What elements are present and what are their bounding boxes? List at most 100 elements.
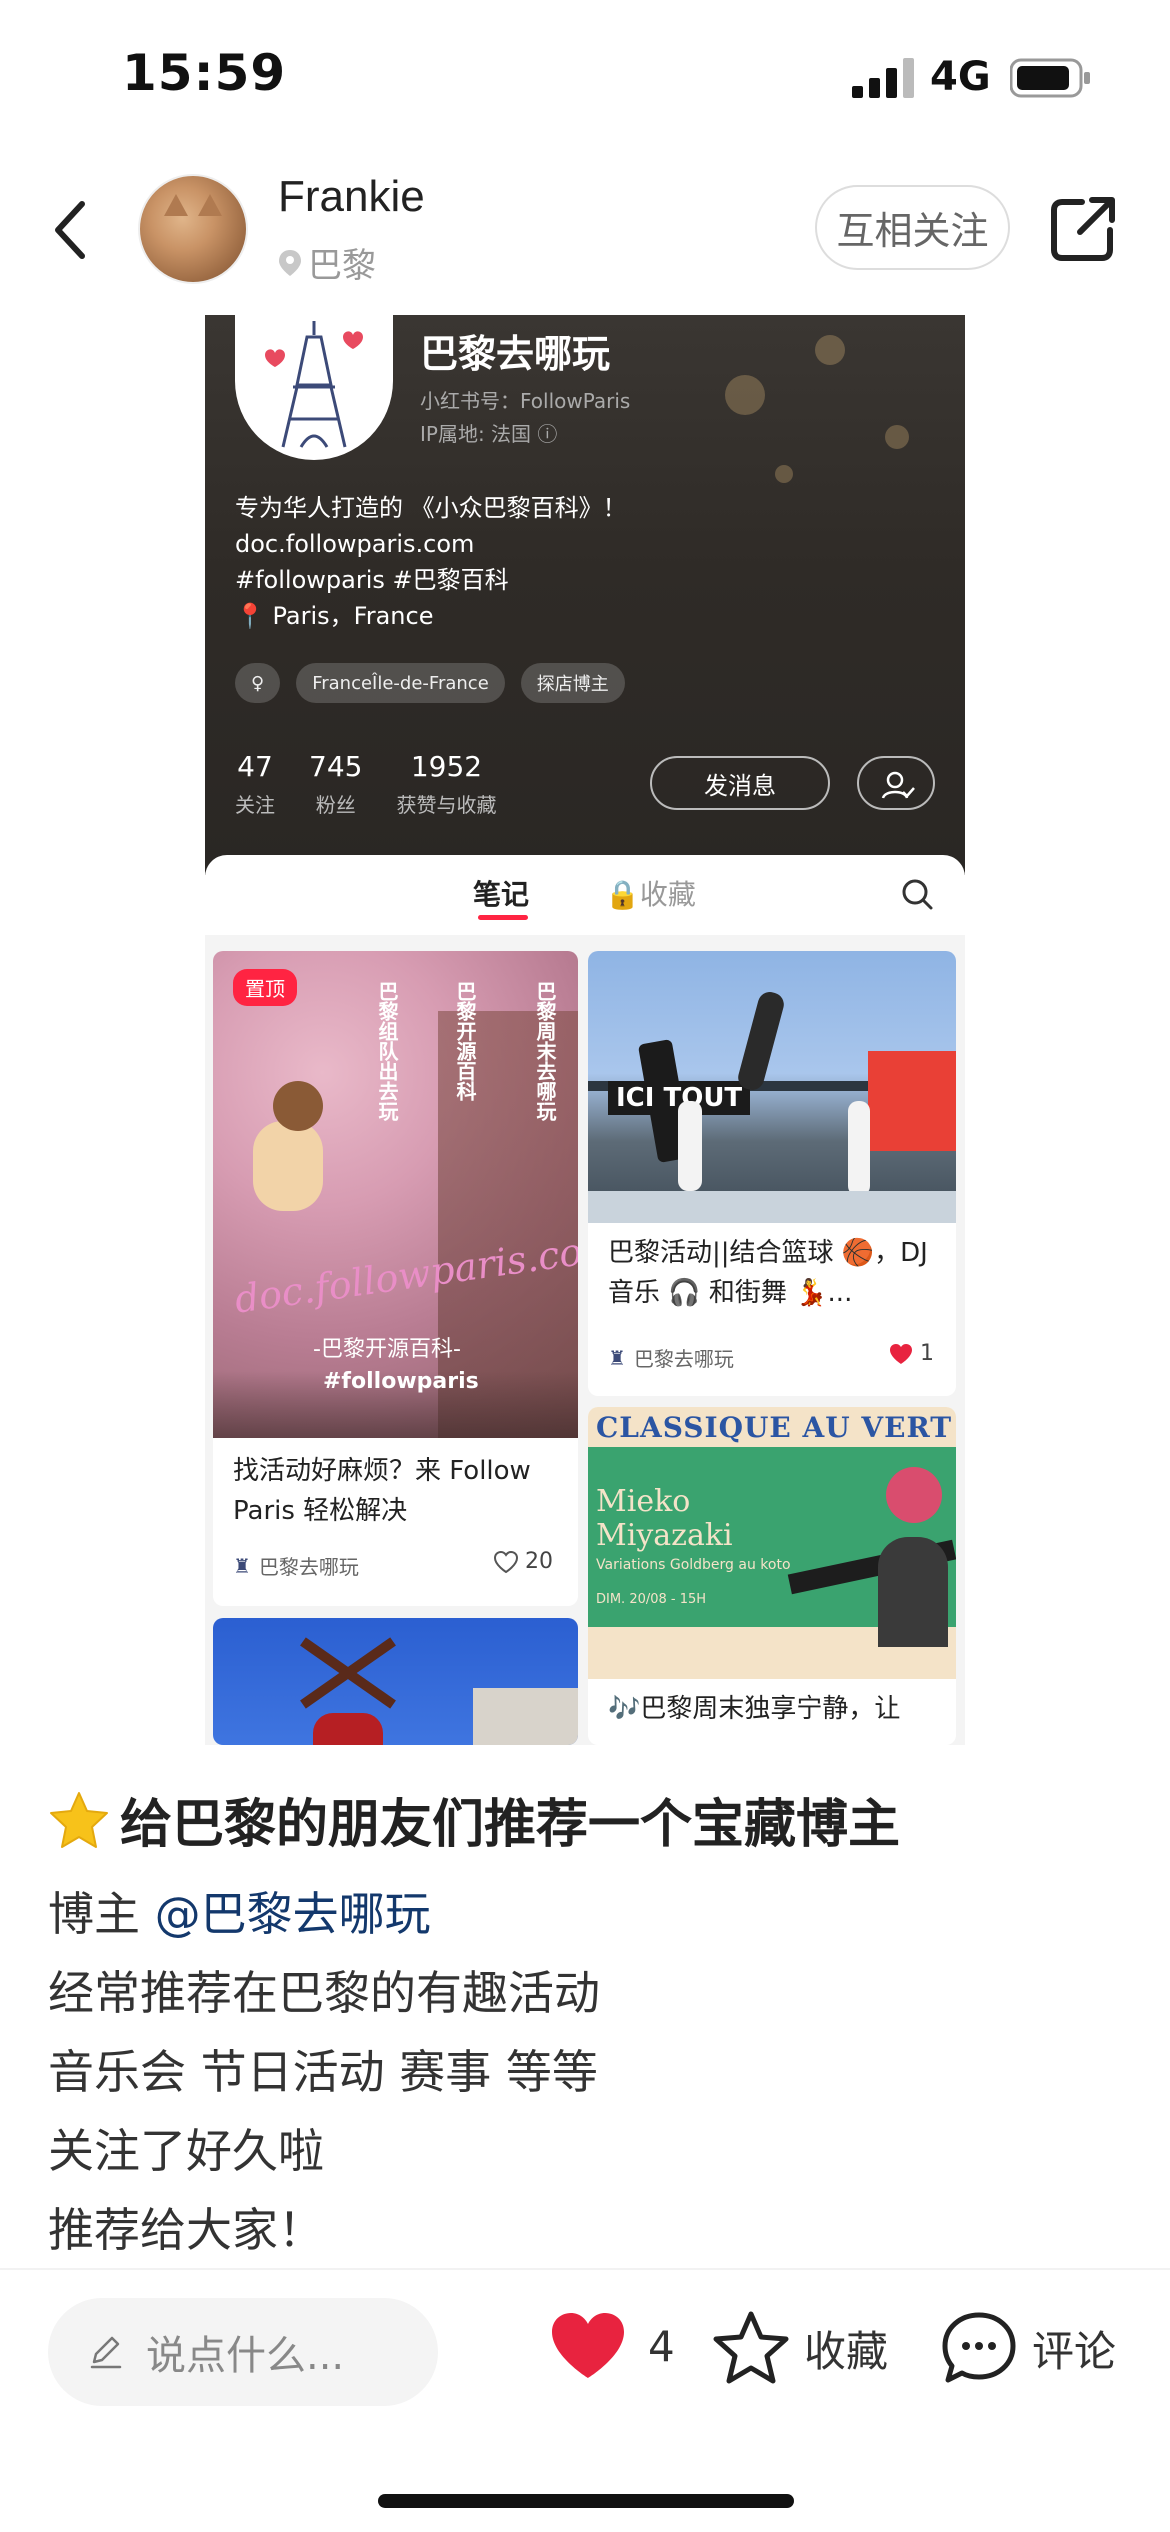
- profile-stat: 745 粉丝: [309, 750, 362, 818]
- cover-overlay-line: 巴黎周末去哪玩: [533, 981, 557, 1121]
- post-image[interactable]: 巴黎去哪玩 小红书号：FollowParis IP属地: 法国 ⓘ 专为华人打造…: [205, 315, 965, 1745]
- post-title: 给巴黎的朋友们推荐一个宝藏博主: [48, 1782, 900, 1857]
- stat-number: 745: [309, 750, 363, 783]
- card-author: ♜ 巴黎去哪玩: [233, 1551, 359, 1580]
- author-name: 巴黎去哪玩: [258, 1555, 359, 1579]
- like-count: 1: [920, 1341, 934, 1366]
- cover-hashtag: #followparis: [323, 1369, 479, 1394]
- profile-bio: 专为华人打造的 《小众巴黎百科》！ doc.followparis.com #f…: [235, 490, 627, 634]
- author-avatar-icon: ♜: [233, 1553, 251, 1578]
- status-bar: 15:59 4G: [0, 0, 1170, 150]
- search-icon: [902, 879, 933, 910]
- note-card: ICI TOUT 巴黎活动||结合篮球 🏀，DJ 音乐 🎧 和街舞 💃... ♜…: [588, 951, 956, 1396]
- post-title-text: 给巴黎的朋友们推荐一个宝藏博主: [120, 1795, 901, 1855]
- card-title: 巴黎活动||结合篮球 🏀，DJ 音乐 🎧 和街舞 💃...: [608, 1238, 928, 1308]
- card-cover-blossom: 巴黎周末去哪玩 巴黎开源百科 巴黎组队出去玩 doc.followparis.c…: [213, 951, 578, 1438]
- home-indicator: [378, 2494, 794, 2508]
- card-title: 找活动好麻烦？来 Follow Paris 轻松解决: [233, 1456, 531, 1526]
- location-pin-icon: [279, 249, 301, 276]
- stat-label: 粉丝: [315, 793, 356, 817]
- note-card: CLASSIQUE AU VERT Mieko Miyazaki Variati…: [588, 1407, 956, 1745]
- cover-overlay-line: 巴黎开源百科: [453, 981, 477, 1101]
- stat-number: 1952: [410, 750, 483, 783]
- avatar[interactable]: [138, 174, 248, 284]
- profile-screenshot-header: 巴黎去哪玩 小红书号：FollowParis IP属地: 法国 ⓘ 专为华人打造…: [205, 315, 965, 875]
- pencil-icon: [90, 2336, 122, 2369]
- cover-overlay-line: 巴黎组队出去玩: [375, 981, 399, 1121]
- post-body: 博主 @巴黎去哪玩 经常推荐在巴黎的有趣活动 音乐会 节日活动 赛事 等等 关注…: [48, 1875, 600, 2270]
- post-text: 博主: [48, 1887, 155, 1941]
- comment-placeholder: 说点什么...: [146, 2333, 345, 2379]
- profile-stat: 47 关注: [235, 750, 275, 818]
- profile-logo: [235, 315, 393, 460]
- post-line: 经常推荐在巴黎的有趣活动: [48, 1966, 600, 2020]
- back-arrow-icon[interactable]: [40, 190, 110, 270]
- profile-message-button: 发消息: [650, 756, 830, 810]
- profile-name: 巴黎去哪玩: [420, 332, 611, 376]
- location-text: 巴黎: [308, 246, 376, 286]
- battery-icon: [1010, 58, 1090, 98]
- eiffel-tower-icon: [265, 321, 363, 448]
- stat-label: 关注: [235, 793, 275, 817]
- bio-line: 📍 Paris，France: [235, 602, 434, 630]
- comment-input[interactable]: 说点什么...: [48, 2298, 438, 2406]
- poster-date: DIM. 20/08 - 15H: [596, 1592, 707, 1607]
- mention-link[interactable]: @巴黎去哪玩: [155, 1887, 431, 1941]
- profile-ip: IP属地: 法国 ⓘ: [420, 422, 558, 446]
- card-cover-windmill: [213, 1618, 578, 1745]
- author-name: 巴黎去哪玩: [633, 1347, 734, 1371]
- post-line: 推荐给大家！: [48, 2203, 324, 2257]
- favorite-button[interactable]: 收藏: [712, 2310, 888, 2386]
- card-likes: 20: [493, 1549, 553, 1574]
- pinned-badge: 置顶: [233, 969, 297, 1006]
- poster-subtitle: Variations Goldberg au koto: [596, 1557, 791, 1573]
- star-emoji-icon: [50, 1791, 108, 1848]
- card-title: 🎶巴黎周末独享宁静，让: [608, 1694, 901, 1724]
- share-icon[interactable]: [1048, 194, 1118, 264]
- author-avatar-icon: ♜: [608, 1345, 626, 1370]
- mutual-follow-button[interactable]: 互相关注: [815, 185, 1010, 270]
- comment-bubble-icon: [942, 2312, 1016, 2383]
- post-line: 博主 @巴黎去哪玩: [48, 1875, 600, 1954]
- bio-line: #followparis #巴黎百科: [235, 566, 509, 594]
- cover-subtitle: -巴黎开源百科-: [313, 1337, 461, 1362]
- star-icon: [713, 2311, 789, 2384]
- bio-line: 专为华人打造的 《小众巴黎百科》！: [235, 494, 627, 522]
- post-line: 关注了好久啦: [48, 2124, 324, 2178]
- card-cover-poster: CLASSIQUE AU VERT Mieko Miyazaki Variati…: [588, 1407, 956, 1679]
- comment-button[interactable]: 评论: [940, 2310, 1116, 2386]
- like-count: 4: [648, 2321, 675, 2371]
- poster-title: CLASSIQUE AU VERT: [596, 1411, 953, 1444]
- card-author: ♜ 巴黎去哪玩: [608, 1343, 734, 1372]
- author-name[interactable]: Frankie: [278, 172, 425, 222]
- favorite-label: 收藏: [804, 2326, 889, 2376]
- heart-filled-icon: [890, 1343, 912, 1364]
- heart-icon: [552, 2313, 624, 2378]
- stat-number: 47: [237, 750, 273, 783]
- heart-outline-icon: [493, 1550, 519, 1573]
- card-likes: 1: [888, 1341, 934, 1366]
- signal-icon: [852, 58, 914, 98]
- note-card: [213, 1618, 578, 1745]
- profile-tabs: 笔记 🔒收藏: [205, 855, 965, 935]
- like-button[interactable]: 4: [548, 2310, 675, 2382]
- profile-follow-check-button: [857, 756, 935, 810]
- card-cover-basketball: ICI TOUT: [588, 951, 956, 1223]
- profile-stats: 47 关注 745 粉丝 1952 获赞与收藏: [235, 750, 496, 818]
- tab-underline: [478, 915, 528, 920]
- status-time: 15:59: [122, 44, 287, 102]
- bottom-divider: [0, 2268, 1170, 2270]
- note-card: 巴黎周末去哪玩 巴黎开源百科 巴黎组队出去玩 doc.followparis.c…: [213, 951, 578, 1606]
- tab-favorites: 🔒收藏: [605, 878, 696, 911]
- post-line: 音乐会 节日活动 赛事 等等: [48, 2045, 598, 2099]
- profile-tag: ♀: [235, 663, 281, 703]
- author-location: 巴黎: [278, 238, 376, 287]
- post-header: Frankie 巴黎 互相关注: [0, 150, 1170, 310]
- profile-tag: FranceÎle-de-France: [296, 663, 505, 703]
- comment-label: 评论: [1032, 2326, 1117, 2376]
- user-check-icon: [881, 771, 915, 799]
- profile-tags: ♀ FranceÎle-de-France 探店博主: [235, 663, 625, 703]
- profile-stat: 1952 获赞与收藏: [396, 750, 496, 818]
- like-count: 20: [525, 1549, 553, 1574]
- poster-name: Mieko Miyazaki: [596, 1484, 733, 1553]
